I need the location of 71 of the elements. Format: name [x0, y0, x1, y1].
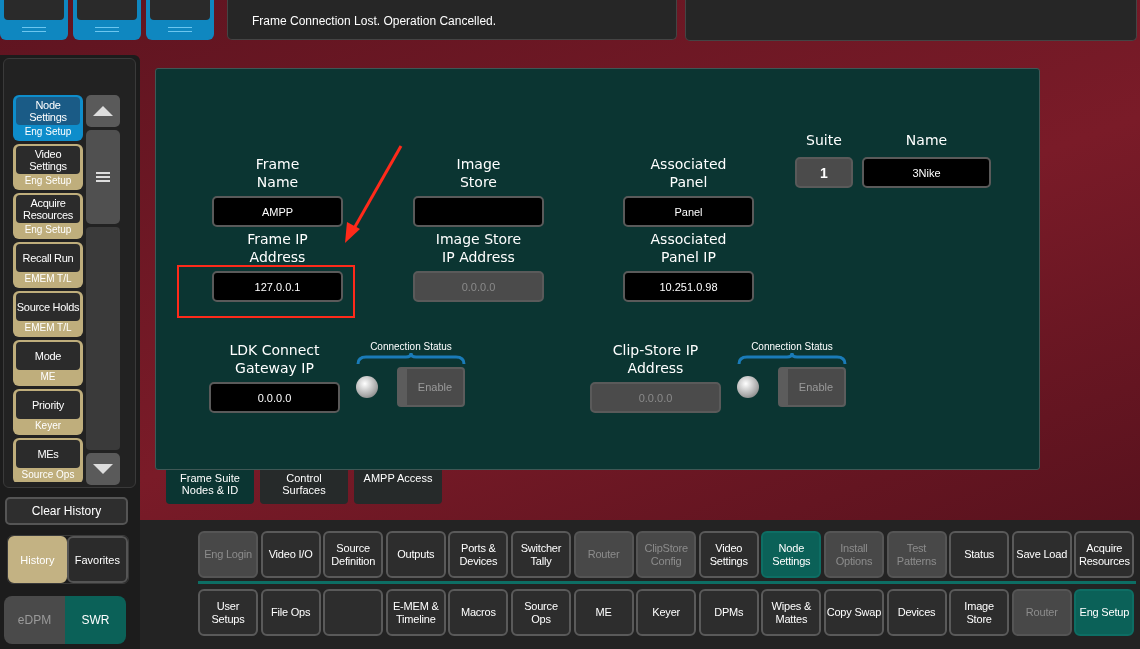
menu-button[interactable]: Eng Setup [1074, 589, 1135, 636]
tab[interactable]: Control Surfaces [260, 470, 348, 504]
status-caption: Connection Status [751, 341, 833, 352]
view-tab[interactable]: Favorites [66, 536, 128, 583]
brace-icon [737, 353, 847, 365]
input-field[interactable]: 3Nike [862, 157, 991, 188]
field-label: Suite [806, 131, 842, 149]
status-message: Frame Connection Lost. Operation Cancelled. [252, 14, 497, 28]
mode-tab[interactable]: SWR [65, 596, 126, 644]
monitor-tile[interactable] [146, 0, 214, 40]
menu-button[interactable]: Source Definition [323, 531, 384, 578]
input-field[interactable]: AMPP [212, 196, 343, 227]
input-field[interactable]: 10.251.0.98 [623, 271, 754, 302]
field-label: Clip-Store IP Address [612, 341, 699, 377]
tab[interactable]: AMPP Access [354, 470, 442, 504]
input-field[interactable] [413, 196, 544, 227]
menu-button[interactable]: Video I/O [260, 531, 321, 578]
field-label: Image Store IP Address [435, 230, 522, 266]
number-field[interactable]: 1 [795, 157, 853, 188]
field-label: Associated Panel IP [650, 230, 727, 266]
history-item[interactable]: Node Settings Eng Setup [13, 95, 83, 141]
menu-button[interactable]: Acquire Resources [1074, 531, 1135, 578]
menu-button[interactable]: Ports & Devices [448, 531, 509, 578]
menu-button[interactable]: ME [573, 589, 634, 636]
field-label: Name [905, 131, 948, 149]
history-item[interactable]: Mode ME [13, 340, 83, 386]
scroll-up-button[interactable] [86, 95, 120, 127]
menu-button[interactable]: Keyer [636, 589, 697, 636]
menu-button[interactable]: Outputs [385, 531, 446, 578]
field-label: Frame Name [255, 155, 300, 191]
grip-icon [96, 172, 110, 182]
input-field[interactable]: Panel [623, 196, 754, 227]
input-field[interactable]: 0.0.0.0 [209, 382, 340, 413]
clear-history-button[interactable]: Clear History [5, 497, 128, 525]
menu-button[interactable]: Switcher Tally [510, 531, 571, 578]
field-label: Frame IP Address [247, 230, 308, 266]
menu-button[interactable]: Status [949, 531, 1010, 578]
menu-button[interactable]: Video Settings [698, 531, 759, 578]
field-label: Associated Panel [650, 155, 727, 191]
history-item[interactable]: Video Settings Eng Setup [13, 144, 83, 190]
menu-button[interactable]: Macros [448, 589, 509, 636]
menu-button[interactable]: Node Settings [761, 531, 822, 578]
field-label: Image Store [456, 155, 501, 191]
menu-button[interactable]: DPMs [698, 589, 759, 636]
scroll-track[interactable] [86, 227, 120, 450]
history-item[interactable]: Acquire Resources Eng Setup [13, 193, 83, 239]
down-triangle-icon [93, 464, 113, 474]
menu-button[interactable]: File Ops [260, 589, 321, 636]
menu-button[interactable]: Image Store [949, 589, 1010, 636]
menu-button[interactable]: User Setups [198, 589, 258, 636]
menu-button[interactable]: Copy Swap [823, 589, 884, 636]
history-item[interactable]: Recall Run EMEM T/L [13, 242, 83, 288]
up-triangle-icon [93, 106, 113, 116]
monitor-tile[interactable] [73, 0, 141, 40]
status-caption: Connection Status [370, 341, 452, 352]
menu-button[interactable]: Wipes & Mattes [761, 589, 822, 636]
field-label: LDK Connect Gateway IP [229, 341, 320, 377]
history-item[interactable]: MEs Source Ops [13, 438, 83, 482]
tab[interactable]: Frame Suite Nodes & ID [166, 470, 254, 504]
menu-button[interactable]: Source Ops [510, 589, 571, 636]
brace-icon [356, 353, 466, 365]
menu-button[interactable]: Devices [886, 589, 947, 636]
history-item[interactable]: Source Holds EMEM T/L [13, 291, 83, 337]
scroll-thumb[interactable] [86, 130, 120, 224]
monitor-tile[interactable] [0, 0, 68, 40]
menu-button[interactable]: Save Load [1011, 531, 1072, 578]
scroll-down-button[interactable] [86, 453, 120, 485]
menu-button[interactable]: E-MEM & Timeline [385, 589, 446, 636]
menu-button[interactable] [323, 589, 384, 636]
input-field[interactable]: 127.0.0.1 [212, 271, 343, 302]
history-item[interactable]: Priority Keyer [13, 389, 83, 435]
